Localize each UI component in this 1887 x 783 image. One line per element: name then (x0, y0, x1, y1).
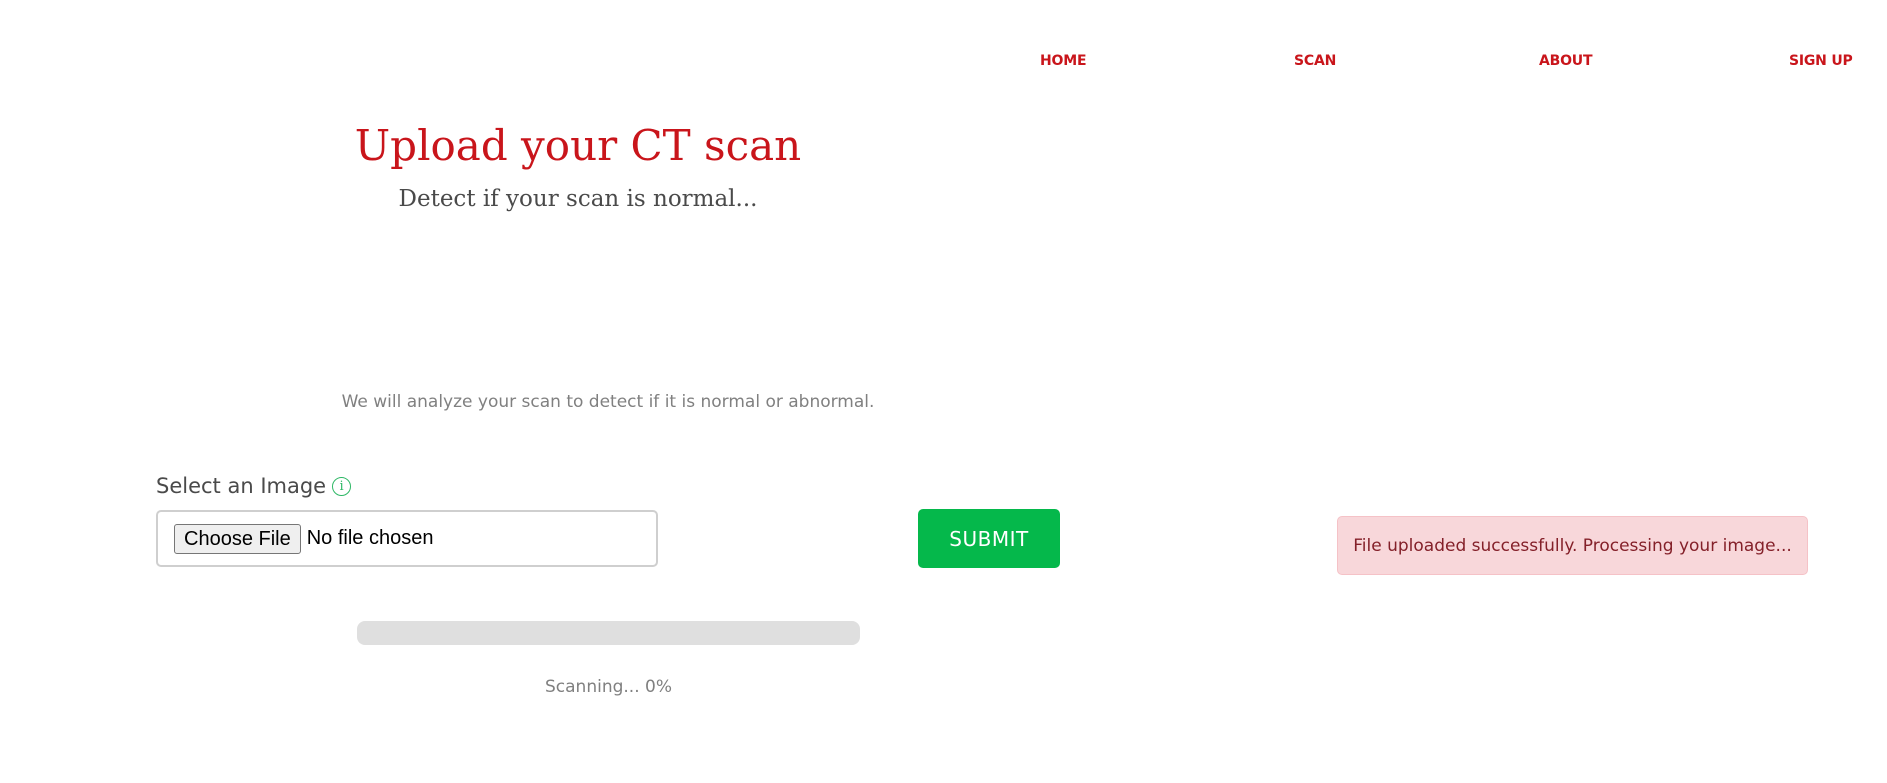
nav-link-home[interactable]: HOME (1040, 53, 1087, 69)
page-title: Upload your CT scan (354, 121, 802, 170)
file-status-text: No file chosen (306, 527, 434, 549)
choose-file-button[interactable]: Choose File (174, 523, 301, 554)
page-subtitle: Detect if your scan is normal... (398, 186, 758, 212)
status-alert-message: File uploaded successfully. Processing y… (1353, 535, 1792, 556)
file-input[interactable]: Choose File No file chosen (156, 510, 658, 567)
progress-bar (357, 621, 860, 645)
select-image-label: Select an Image (156, 474, 327, 498)
nav-link-scan[interactable]: SCAN (1294, 53, 1336, 69)
page: HOME SCAN ABOUT SIGN UP Upload your CT s… (0, 0, 1887, 783)
progress-text: Scanning... 0% (545, 677, 672, 697)
status-alert: File uploaded successfully. Processing y… (1337, 516, 1808, 575)
select-image-label-row: Select an Image i (156, 472, 352, 500)
intro-text: We will analyze your scan to detect if i… (341, 392, 875, 412)
submit-button[interactable]: SUBMIT (918, 509, 1060, 568)
nav-link-about[interactable]: ABOUT (1539, 53, 1593, 69)
nav-link-sign-up[interactable]: SIGN UP (1789, 53, 1853, 69)
info-icon[interactable]: i (332, 476, 352, 496)
